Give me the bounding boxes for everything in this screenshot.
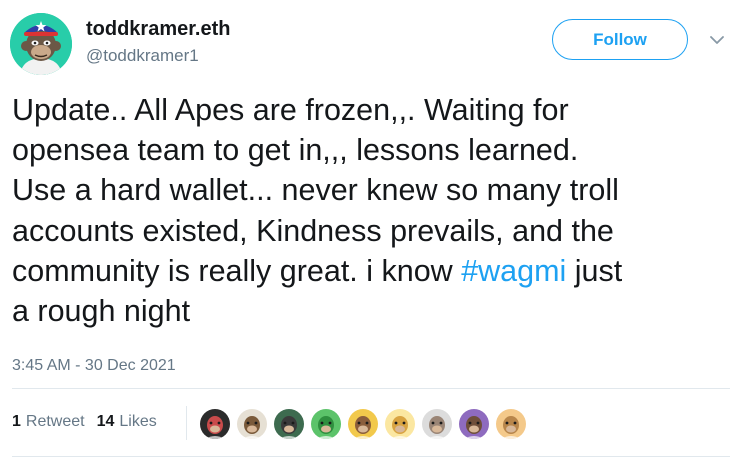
tweet-text-line: a rough night — [12, 294, 191, 329]
tweet-card: toddkramer.eth @toddkramer1 Follow Updat… — [0, 0, 742, 465]
chevron-down-icon[interactable] — [707, 30, 727, 50]
retweet-count[interactable]: 1 Retweet — [12, 413, 85, 431]
retweet-label: Retweet — [25, 413, 85, 430]
stats-separator — [186, 406, 187, 440]
ape-avatar-icon — [237, 409, 267, 439]
tweet-timestamp[interactable]: 3:45 AM - 30 Dec 2021 — [12, 357, 176, 375]
liker-avatar-2[interactable] — [235, 407, 269, 441]
liker-avatar-9[interactable] — [494, 407, 528, 441]
tweet-text-line: opensea team to get in,,, lessons learne… — [12, 133, 579, 168]
liker-avatar-6[interactable] — [383, 407, 417, 441]
liker-avatar-3[interactable] — [272, 407, 306, 441]
ape-avatar-icon — [274, 409, 304, 439]
liker-avatar-4[interactable] — [309, 407, 343, 441]
tweet-text-line: accounts existed, Kindness prevails, and… — [12, 213, 614, 248]
divider — [12, 388, 730, 389]
like-label: Likes — [119, 413, 157, 430]
ape-avatar-icon — [496, 409, 526, 439]
tweet-text-line: Use a hard wallet... never knew so many … — [12, 173, 619, 208]
liker-avatar-5[interactable] — [346, 407, 380, 441]
tweet-text: Update.. All Apes are frozen,,. Waiting … — [12, 90, 732, 331]
user-handle[interactable]: @toddkramer1 — [86, 45, 199, 67]
divider — [12, 456, 730, 457]
ape-avatar-icon — [348, 409, 378, 439]
tweet-text-line: just — [566, 253, 623, 288]
like-count[interactable]: 14 Likes — [97, 413, 157, 431]
ape-avatar-icon — [10, 13, 72, 75]
display-name[interactable]: toddkramer.eth — [86, 17, 230, 41]
follow-button[interactable]: Follow — [552, 19, 688, 60]
like-number: 14 — [96, 413, 115, 430]
liker-avatar-1[interactable] — [198, 407, 232, 441]
tweet-text-line: community is really great. i know — [12, 253, 462, 288]
ape-avatar-icon — [200, 409, 230, 439]
ape-avatar-icon — [459, 409, 489, 439]
liker-avatar-7[interactable] — [420, 407, 454, 441]
hashtag-link[interactable]: #wagmi — [461, 254, 566, 288]
profile-avatar[interactable] — [10, 13, 72, 75]
liker-avatar-8[interactable] — [457, 407, 491, 441]
retweet-number: 1 — [12, 413, 21, 430]
ape-avatar-icon — [422, 409, 452, 439]
ape-avatar-icon — [311, 409, 341, 439]
tweet-stats: 1 Retweet 14 Likes — [12, 413, 157, 431]
tweet-text-line: Update.. All Apes are frozen,,. Waiting … — [12, 93, 569, 127]
ape-avatar-icon — [385, 409, 415, 439]
